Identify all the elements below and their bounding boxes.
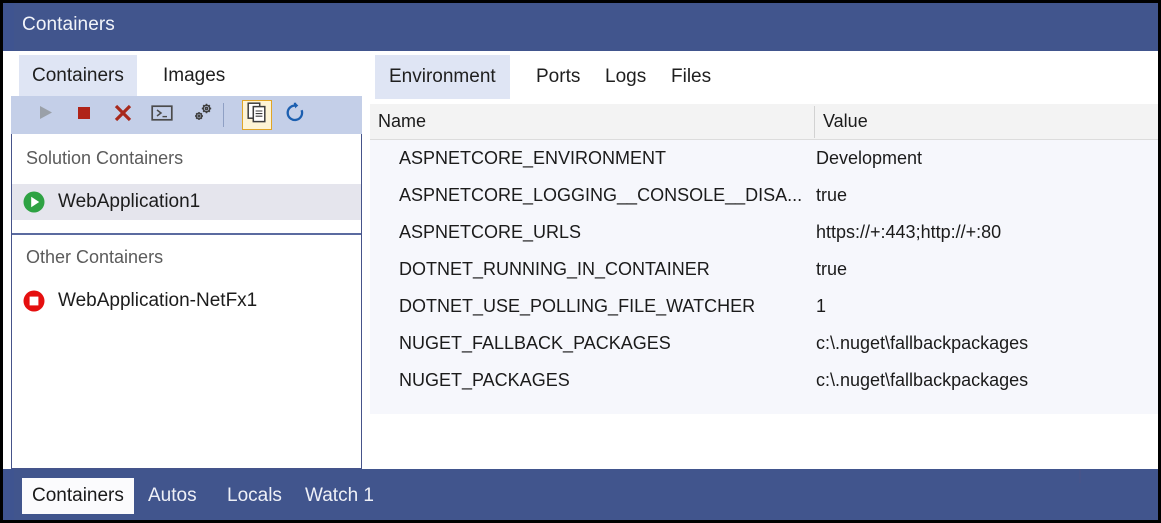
bottom-bar-accent — [3, 469, 14, 520]
body-area: Containers Images — [3, 51, 1158, 469]
tab-environment[interactable]: Environment — [375, 55, 510, 99]
terminal-icon — [151, 104, 173, 127]
toolbar-separator — [223, 103, 224, 127]
running-status-icon — [21, 189, 47, 215]
cell-value: c:\.nuget\fallbackpackages — [816, 362, 1152, 399]
close-x-icon — [113, 103, 133, 128]
refresh-button[interactable] — [280, 100, 310, 130]
gears-icon — [191, 101, 215, 130]
bottom-tab-bar: Containers Autos Locals Watch 1 — [3, 469, 1158, 520]
bottom-tab-locals[interactable]: Locals — [217, 478, 292, 514]
grid-header-row: Name Value — [370, 104, 1158, 140]
grid-empty-space — [370, 414, 1158, 452]
tab-containers[interactable]: Containers — [19, 55, 137, 96]
table-row[interactable]: ASPNETCORE_LOGGING__CONSOLE__DISA... tru… — [370, 177, 1158, 214]
table-row[interactable]: ASPNETCORE_ENVIRONMENT Development — [370, 140, 1158, 177]
table-row[interactable]: NUGET_PACKAGES c:\.nuget\fallbackpackage… — [370, 362, 1158, 399]
cell-name: NUGET_PACKAGES — [399, 362, 809, 399]
title-bar-accent — [3, 3, 14, 51]
refresh-icon — [284, 102, 306, 129]
left-pane: Containers Images — [11, 51, 362, 469]
stop-button[interactable] — [69, 100, 99, 130]
right-tabstrip: Environment Ports Logs Files — [370, 55, 1158, 99]
start-button[interactable] — [30, 100, 60, 130]
window-title: Containers — [22, 14, 115, 36]
cell-name: DOTNET_RUNNING_IN_CONTAINER — [399, 251, 809, 288]
cell-name: ASPNETCORE_ENVIRONMENT — [399, 140, 809, 177]
containers-list: Solution Containers WebApplication1 Othe… — [11, 134, 362, 469]
environment-grid: Name Value ASPNETCORE_ENVIRONMENT Develo… — [370, 104, 1158, 452]
remove-button[interactable] — [108, 100, 138, 130]
cell-name: NUGET_FALLBACK_PACKAGES — [399, 325, 809, 362]
settings-button[interactable] — [188, 100, 218, 130]
tab-files[interactable]: Files — [657, 55, 725, 99]
list-item-label: WebApplication1 — [58, 191, 200, 213]
list-item-webapplication1[interactable]: WebApplication1 — [12, 184, 361, 220]
bottom-tab-containers[interactable]: Containers — [22, 478, 134, 514]
list-item-webapplication-netfx1[interactable]: WebApplication-NetFx1 — [12, 283, 361, 319]
cell-value: Development — [816, 140, 1152, 177]
play-icon — [37, 104, 54, 126]
table-row[interactable]: NUGET_FALLBACK_PACKAGES c:\.nuget\fallba… — [370, 325, 1158, 362]
group-divider — [12, 233, 361, 235]
copy-button[interactable] — [242, 100, 272, 130]
right-pane: Environment Ports Logs Files Name Value … — [370, 51, 1158, 469]
tab-images[interactable]: Images — [150, 55, 238, 96]
tab-ports[interactable]: Ports — [522, 55, 594, 99]
column-header-value[interactable]: Value — [823, 104, 868, 139]
containers-toolbar — [11, 96, 362, 134]
copy-pages-icon — [247, 102, 267, 128]
column-splitter[interactable] — [814, 106, 815, 138]
group-header-solution: Solution Containers — [26, 148, 183, 169]
table-row[interactable]: DOTNET_USE_POLLING_FILE_WATCHER 1 — [370, 288, 1158, 325]
group-header-other: Other Containers — [26, 247, 163, 268]
stopped-status-icon — [21, 288, 47, 314]
cell-value: 1 — [816, 288, 1152, 325]
cell-value: true — [816, 177, 1152, 214]
bottom-tab-watch1[interactable]: Watch 1 — [295, 478, 384, 514]
column-header-name[interactable]: Name — [378, 104, 426, 139]
bottom-tab-autos[interactable]: Autos — [138, 478, 207, 514]
cell-value: c:\.nuget\fallbackpackages — [816, 325, 1152, 362]
table-row[interactable]: ASPNETCORE_URLS https://+:443;http://+:8… — [370, 214, 1158, 251]
cell-name: ASPNETCORE_URLS — [399, 214, 809, 251]
tab-logs[interactable]: Logs — [591, 55, 660, 99]
cell-value: https://+:443;http://+:80 — [816, 214, 1152, 251]
cell-name: ASPNETCORE_LOGGING__CONSOLE__DISA... — [399, 177, 809, 214]
grid-body: ASPNETCORE_ENVIRONMENT Development ASPNE… — [370, 140, 1158, 414]
bottom-bar-divider — [1079, 469, 1081, 483]
title-bar: Containers — [3, 3, 1158, 51]
table-row[interactable]: DOTNET_RUNNING_IN_CONTAINER true — [370, 251, 1158, 288]
cell-name: DOTNET_USE_POLLING_FILE_WATCHER — [399, 288, 809, 325]
left-tabstrip: Containers Images — [11, 55, 362, 96]
containers-tool-window: Containers Containers Images — [0, 0, 1161, 523]
cell-value: true — [816, 251, 1152, 288]
stop-square-icon — [76, 105, 92, 126]
open-terminal-button[interactable] — [147, 100, 177, 130]
list-item-label: WebApplication-NetFx1 — [58, 290, 257, 312]
